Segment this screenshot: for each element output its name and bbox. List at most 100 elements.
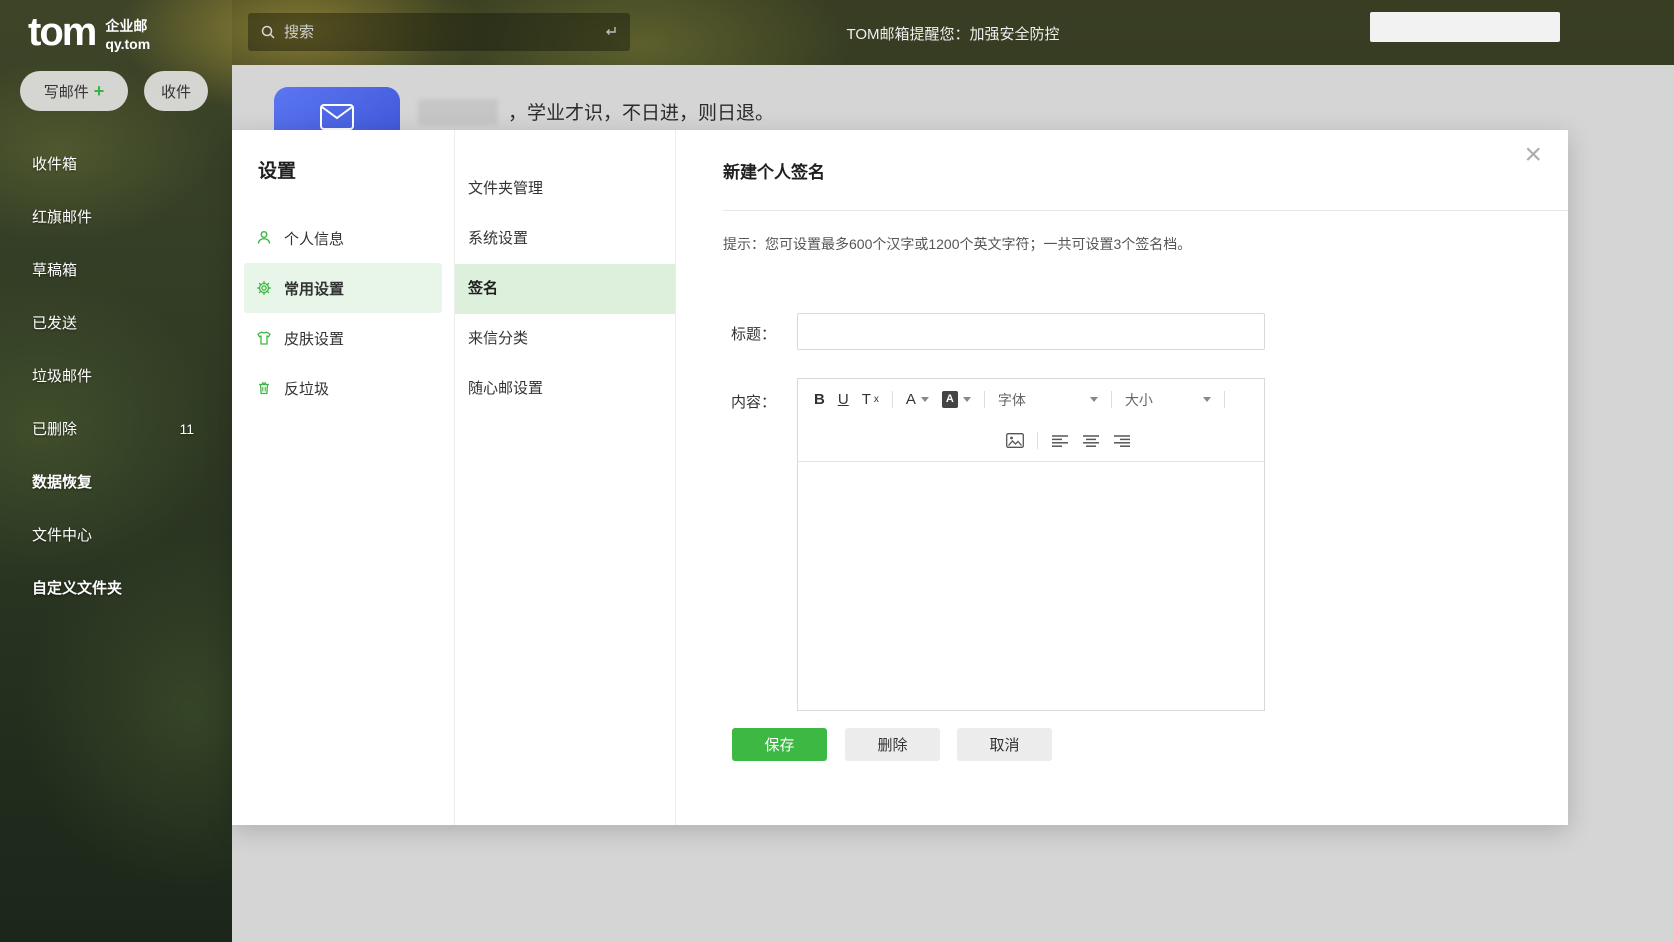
brand-domain: qy.tom <box>105 35 150 53</box>
envelope-icon <box>320 104 354 130</box>
settings-nav-personal-info[interactable]: 个人信息 <box>244 213 442 263</box>
sidebar-item-sent[interactable]: 已发送 <box>0 296 232 349</box>
deleted-count-badge: 11 <box>179 421 194 437</box>
sidebar-item-flagged[interactable]: 红旗邮件 <box>0 190 232 243</box>
sidebar-item-label: 垃圾邮件 <box>32 365 92 386</box>
toolbar-row-1: B U Tx A A 字体 大小 <box>798 379 1264 420</box>
brand-logo: tom <box>28 12 95 52</box>
sidebar-item-label: 已删除 <box>32 418 77 439</box>
bg-color-a: A <box>942 391 958 407</box>
sidebar-item-inbox[interactable]: 收件箱 <box>0 137 232 190</box>
receive-label: 收件 <box>161 81 191 102</box>
toolbar-separator <box>1111 391 1112 408</box>
title-field-label: 标题： <box>731 323 776 344</box>
sidebar: tom 企业邮 qy.tom 写邮件 + 收件 收件箱 红旗邮件 草稿箱 已发送… <box>0 0 232 942</box>
settings-nav-label: 皮肤设置 <box>284 328 344 349</box>
topbar: TOM邮箱提醒您：加强安全防控 <box>232 0 1674 65</box>
settings-nav-skin-settings[interactable]: 皮肤设置 <box>244 313 442 363</box>
brand: tom 企业邮 qy.tom <box>0 0 232 53</box>
shirt-icon <box>256 330 272 346</box>
subnav-suixin-mail-settings[interactable]: 随心邮设置 <box>455 364 675 414</box>
sidebar-item-drafts[interactable]: 草稿箱 <box>0 243 232 296</box>
settings-subnav: 文件夹管理 系统设置 签名 来信分类 随心邮设置 <box>455 130 676 825</box>
sidebar-menu: 收件箱 红旗邮件 草稿箱 已发送 垃圾邮件 已删除 11 数据恢复 文件中心 自… <box>0 137 232 614</box>
sidebar-item-deleted[interactable]: 已删除 11 <box>0 402 232 455</box>
settings-title: 设置 <box>258 156 454 183</box>
title-divider <box>723 210 1568 211</box>
cancel-button[interactable]: 取消 <box>957 728 1052 761</box>
signature-title-input[interactable] <box>797 313 1265 350</box>
sidebar-item-custom-folders[interactable]: 自定义文件夹 <box>0 561 232 614</box>
signature-hint: 提示：您可设置最多600个汉字或1200个英文字符；一共可设置3个签名档。 <box>723 234 1191 254</box>
align-center-button[interactable] <box>1082 434 1100 448</box>
trash-icon <box>256 380 272 396</box>
sidebar-item-label: 已发送 <box>32 312 77 333</box>
font-size-label: 大小 <box>1125 390 1153 410</box>
toolbar-separator <box>1224 391 1225 408</box>
plus-icon: + <box>94 82 105 100</box>
settings-nav: 设置 个人信息 常用设置 皮肤设置 <box>232 130 455 825</box>
sidebar-item-label: 收件箱 <box>32 153 77 174</box>
account-info-redacted[interactable] <box>1370 12 1560 42</box>
sidebar-item-label: 数据恢复 <box>32 471 92 492</box>
sidebar-item-label: 自定义文件夹 <box>32 577 122 598</box>
editor-toolbar: B U Tx A A 字体 大小 <box>798 379 1264 462</box>
chevron-down-icon <box>921 397 929 402</box>
brand-product: 企业邮 <box>105 17 150 35</box>
content-field-label: 内容： <box>731 391 776 412</box>
sidebar-actions: 写邮件 + 收件 <box>20 71 232 111</box>
settings-modal: 设置 个人信息 常用设置 皮肤设置 <box>232 130 1568 825</box>
settings-nav-antispam[interactable]: 反垃圾 <box>244 363 442 413</box>
chevron-down-icon <box>963 397 971 402</box>
receive-button[interactable]: 收件 <box>144 71 208 111</box>
settings-nav-label: 常用设置 <box>284 278 344 299</box>
settings-nav-label: 个人信息 <box>284 228 344 249</box>
signature-content-input[interactable] <box>798 462 1264 710</box>
save-button[interactable]: 保存 <box>732 728 827 761</box>
font-color-a: A <box>906 391 916 408</box>
sidebar-item-label: 红旗邮件 <box>32 206 92 227</box>
clear-format-x: x <box>874 395 879 405</box>
subnav-signature[interactable]: 签名 <box>455 264 675 314</box>
toolbar-row-2 <box>798 420 1264 461</box>
font-family-select[interactable]: 字体 <box>998 390 1098 410</box>
font-family-label: 字体 <box>998 390 1026 410</box>
username-redacted <box>418 99 498 125</box>
clear-format-button[interactable]: Tx <box>862 391 879 408</box>
toolbar-separator <box>892 391 893 408</box>
settings-nav-label: 反垃圾 <box>284 378 329 399</box>
signature-editor: B U Tx A A 字体 大小 <box>797 378 1265 711</box>
align-left-button[interactable] <box>1051 434 1069 448</box>
chevron-down-icon <box>1203 397 1211 402</box>
toolbar-separator <box>1037 432 1038 449</box>
insert-image-button[interactable] <box>1006 433 1024 448</box>
subnav-folder-management[interactable]: 文件夹管理 <box>455 164 675 214</box>
person-icon <box>256 230 272 246</box>
align-right-button[interactable] <box>1113 434 1131 448</box>
bg-color-button[interactable]: A <box>942 391 971 407</box>
compose-label: 写邮件 <box>44 81 89 102</box>
greeting-text: ，学业才识，不日进，则日退。 <box>508 98 774 125</box>
sidebar-item-data-recovery[interactable]: 数据恢复 <box>0 455 232 508</box>
subnav-mail-classification[interactable]: 来信分类 <box>455 314 675 364</box>
clear-format-t: T <box>862 391 871 408</box>
compose-button[interactable]: 写邮件 + <box>20 71 128 111</box>
signature-panel: × 新建个人签名 提示：您可设置最多600个汉字或1200个英文字符；一共可设置… <box>676 130 1568 825</box>
bold-button[interactable]: B <box>814 391 825 408</box>
toolbar-separator <box>984 391 985 408</box>
gear-icon <box>256 280 272 296</box>
sidebar-item-spam[interactable]: 垃圾邮件 <box>0 349 232 402</box>
subnav-system-settings[interactable]: 系统设置 <box>455 214 675 264</box>
delete-button[interactable]: 删除 <box>845 728 940 761</box>
close-icon[interactable]: × <box>1524 140 1542 170</box>
font-color-button[interactable]: A <box>906 391 929 408</box>
brand-sub: 企业邮 qy.tom <box>105 17 150 53</box>
underline-button[interactable]: U <box>838 391 849 408</box>
settings-nav-common-settings[interactable]: 常用设置 <box>244 263 442 313</box>
sidebar-item-label: 草稿箱 <box>32 259 77 280</box>
app-root: tom 企业邮 qy.tom 写邮件 + 收件 收件箱 红旗邮件 草稿箱 已发送… <box>0 0 1674 942</box>
panel-title: 新建个人签名 <box>723 158 825 183</box>
sidebar-item-label: 文件中心 <box>32 524 92 545</box>
font-size-select[interactable]: 大小 <box>1125 390 1211 410</box>
sidebar-item-file-center[interactable]: 文件中心 <box>0 508 232 561</box>
